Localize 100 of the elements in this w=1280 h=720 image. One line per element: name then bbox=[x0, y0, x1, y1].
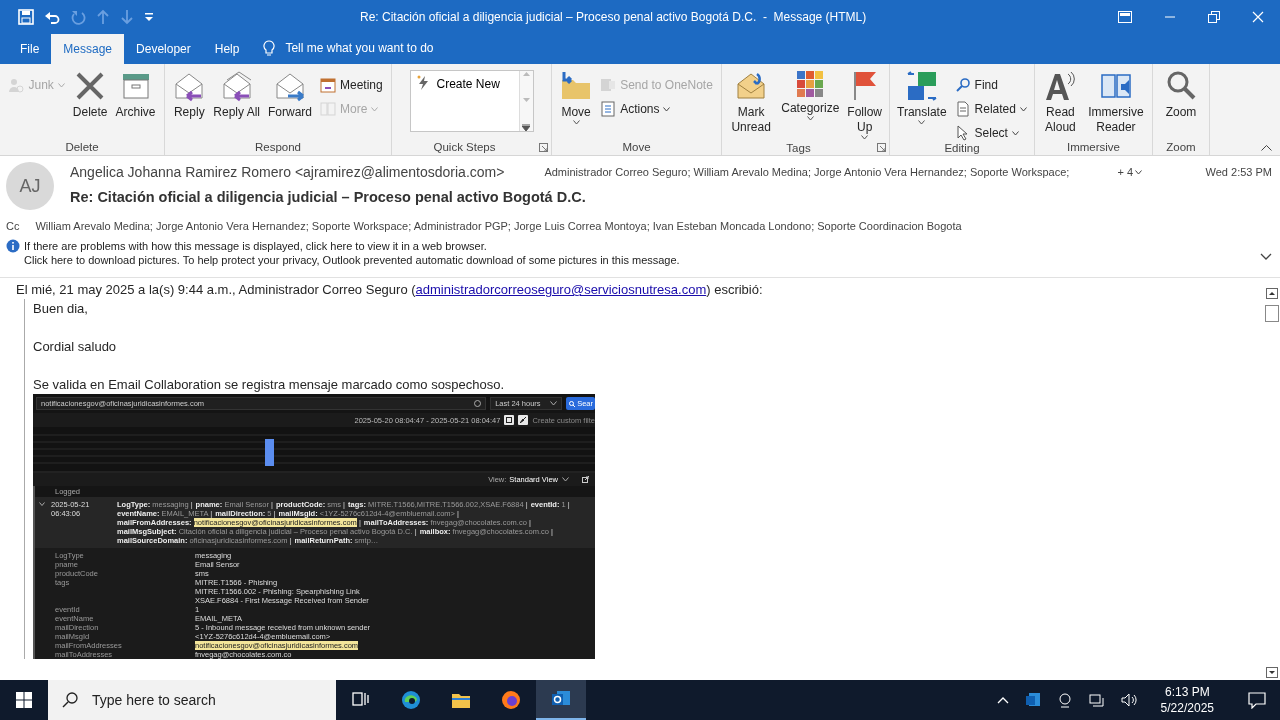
ribbon-display-icon[interactable] bbox=[1118, 11, 1132, 23]
ribbon-button[interactable]: Mark Unread bbox=[726, 68, 777, 137]
notification-icon[interactable] bbox=[1248, 691, 1266, 709]
search-icon bbox=[62, 692, 78, 708]
envelope-arrow-icon bbox=[220, 70, 253, 102]
document-icon bbox=[600, 101, 617, 117]
more-recipients-button[interactable]: + 4 bbox=[1117, 164, 1143, 181]
caret-icon bbox=[371, 106, 379, 112]
expand-icon[interactable] bbox=[1260, 252, 1272, 261]
translate-icon bbox=[905, 70, 938, 102]
export-icon[interactable] bbox=[582, 476, 589, 483]
color-squares-icon bbox=[796, 70, 825, 98]
ribbon-button[interactable]: Move bbox=[557, 68, 596, 130]
ribbon-tab[interactable]: Message bbox=[51, 34, 125, 64]
browser-icon bbox=[401, 690, 421, 710]
document-icon bbox=[954, 101, 971, 117]
group-label: Respond bbox=[254, 141, 301, 153]
ribbon-button[interactable]: Reply All bbox=[210, 68, 263, 122]
ribbon-tab[interactable]: Developer bbox=[124, 34, 203, 64]
quick-step-item[interactable]: Create New bbox=[410, 71, 519, 93]
ribbon-button[interactable]: Translate bbox=[894, 68, 950, 130]
ribbon-button[interactable]: Follow Up bbox=[844, 68, 885, 145]
group-label: Zoom bbox=[1166, 141, 1196, 153]
paragraph: Se valida en Email Collaboration se registra mensaje marcado como sospechoso. bbox=[33, 376, 506, 394]
scroll-thumb[interactable] bbox=[1264, 305, 1279, 322]
cc-recipients: William Arevalo Medina; Jorge Antonio Vera Hernandez; Soporte Workspace; Administrador PGP; Jorge Luis Correa Montoya; Ivan Esteban Moncada Londono; Soporte Coordinacion Bogota bbox=[35, 219, 962, 234]
expand-chevron-icon[interactable] bbox=[39, 502, 45, 506]
ribbon-button[interactable]: Find bbox=[951, 74, 1030, 96]
ribbon-button[interactable]: Immersive Reader bbox=[1083, 68, 1148, 137]
ribbon-button[interactable]: Zoom bbox=[1162, 68, 1200, 122]
tell-me-field[interactable]: Tell me what you want to do bbox=[283, 38, 484, 58]
envelope-arrow-icon bbox=[735, 70, 768, 102]
group-label: Editing bbox=[944, 142, 980, 154]
save-button[interactable] bbox=[504, 415, 515, 425]
mail-app-icon[interactable] bbox=[1024, 692, 1041, 708]
ribbon-button[interactable]: Archive bbox=[112, 68, 159, 122]
save-icon[interactable] bbox=[18, 9, 34, 25]
broom-button[interactable] bbox=[518, 415, 529, 425]
group-label: Tags bbox=[786, 142, 811, 154]
browser-icon bbox=[501, 690, 521, 710]
caret-icon bbox=[806, 116, 814, 121]
taskbar-search-box[interactable]: Type here to search bbox=[48, 680, 336, 720]
caret-icon bbox=[1011, 130, 1019, 136]
ribbon-button[interactable]: Reply bbox=[170, 68, 209, 122]
caret-icon bbox=[1135, 170, 1143, 175]
ribbon-button[interactable]: Read Aloud bbox=[1039, 68, 1082, 137]
notebook-icon bbox=[600, 77, 617, 93]
info-message[interactable]: If there are problems with how this message is displayed, click here to view it in a web browser. bbox=[24, 238, 680, 253]
avatar: AJ bbox=[6, 162, 54, 210]
ribbon-tab[interactable]: Help bbox=[202, 34, 252, 64]
date: Wed 2:53 PM bbox=[1205, 165, 1272, 181]
person-icon bbox=[8, 77, 25, 93]
ribbon-button[interactable]: Select bbox=[951, 122, 1030, 144]
network-icon[interactable] bbox=[1088, 692, 1105, 708]
taskbar-app[interactable] bbox=[536, 680, 586, 720]
info-message[interactable]: Click here to download pictures. To help protect your privacy, Outlook prevented automatic download of some pictures in this message. bbox=[24, 252, 680, 267]
ribbon-button[interactable]: Forward bbox=[265, 68, 315, 122]
taskbar-search-field[interactable]: Type here to search bbox=[90, 680, 330, 720]
dialog-launcher-icon[interactable] bbox=[539, 143, 548, 152]
ribbon-button[interactable]: Actions bbox=[597, 98, 716, 120]
paragraph: Buen dia, bbox=[33, 300, 89, 318]
collapse-ribbon-icon[interactable] bbox=[1261, 144, 1272, 151]
recipients: Administrador Correo Seguro; William Arevalo Medina; Jorge Antonio Vera Hernandez; Soporte Workspace; bbox=[544, 165, 1070, 181]
scroll-down-icon[interactable] bbox=[1265, 667, 1278, 678]
caret-icon bbox=[663, 106, 671, 112]
ribbon-button[interactable]: Delete bbox=[69, 68, 111, 122]
broom-icon bbox=[520, 417, 527, 423]
ribbon-tab[interactable]: File bbox=[8, 34, 52, 64]
maximize-icon[interactable] bbox=[1208, 11, 1220, 23]
undo-icon[interactable] bbox=[44, 9, 60, 25]
grid-icon bbox=[320, 101, 336, 117]
volume-icon[interactable] bbox=[1120, 692, 1137, 708]
camera-icon[interactable] bbox=[1056, 692, 1073, 708]
clock-time[interactable]: 6:13 PM bbox=[1160, 684, 1214, 700]
ribbon-button[interactable]: Meeting bbox=[317, 74, 386, 96]
clock-date[interactable]: 5/22/2025 bbox=[1160, 700, 1214, 716]
caret-icon bbox=[572, 120, 580, 125]
info-icon bbox=[6, 238, 20, 253]
windows-icon[interactable] bbox=[16, 692, 32, 708]
sender: Angelica Johanna Ramirez Romero <ajramirez@alimentosdoria.com> bbox=[70, 163, 505, 182]
chevron-up-icon[interactable] bbox=[996, 696, 1009, 704]
group-label: Delete bbox=[65, 141, 99, 153]
group-label: Quick Steps bbox=[433, 141, 496, 153]
search-icon bbox=[569, 400, 576, 407]
caret-icon bbox=[550, 401, 558, 406]
ribbon-button[interactable]: Categorize bbox=[778, 68, 843, 126]
subject: Re: Citación oficial a diligencia judicial – Proceso penal activo Bogotá D.C. bbox=[70, 188, 587, 207]
calendar-icon bbox=[320, 77, 336, 93]
quoted-header: El mié, 21 may 2025 a la(s) 9:44 a.m., Administrador Correo Seguro (administradorcorreoseguro@serviciosnutresa.com) escribió: bbox=[16, 281, 764, 299]
customize-icon[interactable] bbox=[144, 12, 154, 22]
sound-waves-icon bbox=[1044, 70, 1077, 102]
cc-label: Cc bbox=[6, 219, 20, 234]
close-icon[interactable] bbox=[1252, 11, 1264, 23]
ribbon-button[interactable]: Related bbox=[951, 98, 1030, 120]
dialog-launcher-icon[interactable] bbox=[877, 143, 886, 152]
lightbulb-icon bbox=[263, 40, 276, 56]
expand-icon[interactable] bbox=[522, 124, 530, 131]
email-link[interactable]: administradorcorreoseguro@serviciosnutresa.com bbox=[415, 282, 707, 297]
info-icon bbox=[474, 400, 482, 407]
scroll-up-icon[interactable] bbox=[1265, 288, 1278, 299]
